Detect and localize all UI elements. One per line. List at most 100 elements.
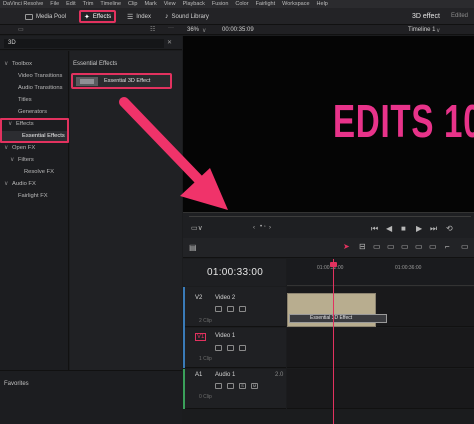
tree-item-label: Open FX	[12, 145, 36, 151]
top-toolbar: Media Pool ✦ Effects ☰ Index ♪ Sound Lib…	[0, 8, 474, 25]
ruler-mark: 01:00:36:00	[395, 265, 422, 271]
loop-icon[interactable]: ⟲	[446, 224, 453, 233]
menu-playback[interactable]: Playback	[183, 1, 205, 7]
tree-item-label: Audio FX	[12, 181, 36, 187]
menu-app[interactable]: DaVinci Resolve	[3, 1, 43, 7]
tree-item-audio-fx[interactable]: ∨ Audio FX	[0, 179, 69, 189]
menu-view[interactable]: View	[164, 1, 176, 7]
timeline-name[interactable]: Timeline 1	[408, 27, 435, 33]
snap-icon[interactable]: ⌐	[445, 242, 450, 251]
media-pool-icon	[25, 13, 33, 20]
insert-icon[interactable]: ▭	[401, 242, 409, 251]
tree-item-label: Toolbox	[12, 61, 32, 67]
effects-highlight-box	[0, 118, 69, 143]
list-view-icon[interactable]: ☷	[150, 26, 155, 33]
skip-start-icon[interactable]: ⏮	[371, 224, 378, 234]
previous-icon[interactable]: ‹	[253, 225, 255, 231]
tree-item-filters[interactable]: ∨ Filters	[0, 155, 69, 165]
append-icon[interactable]: ▭	[429, 242, 437, 251]
pointer-tool-icon[interactable]: ➤	[343, 242, 350, 251]
reverse-icon[interactable]: ◀	[386, 224, 392, 233]
solo-button[interactable]: S	[239, 383, 246, 389]
tree-item-label: Fairlight FX	[18, 193, 48, 199]
lock-icon[interactable]	[215, 383, 222, 389]
blade-tool-icon[interactable]: ▭	[373, 242, 381, 251]
auto-select-icon[interactable]	[227, 306, 234, 312]
lock-icon[interactable]	[215, 306, 222, 312]
menu-fairlight[interactable]: Fairlight	[256, 1, 276, 7]
timeline-timecode-area: 01:00:33:00	[183, 259, 286, 286]
menu-timeline[interactable]: Timeline	[100, 1, 121, 7]
dragged-effect-clip[interactable]: Essential 3D Effect	[289, 314, 387, 323]
audio-track-color-strip	[183, 369, 185, 409]
tree-item-titles[interactable]: Titles	[0, 95, 69, 105]
track-header-v1[interactable]: V1 Video 1 1 Clip	[183, 328, 286, 368]
menu-trim[interactable]: Trim	[83, 1, 94, 7]
overwrite-icon[interactable]: ▭	[387, 242, 395, 251]
visibility-icon[interactable]	[239, 345, 246, 351]
menu-edit[interactable]: Edit	[66, 1, 75, 7]
menu-fusion[interactable]: Fusion	[212, 1, 229, 7]
menu-clip[interactable]: Clip	[128, 1, 137, 7]
tree-item-audio-transitions[interactable]: Audio Transitions	[0, 83, 69, 93]
scrubber-bar[interactable]	[189, 216, 471, 217]
effects-button[interactable]: ✦ Effects	[79, 10, 117, 23]
media-pool-button[interactable]: Media Pool	[22, 10, 69, 23]
zoom-dropdown-icon[interactable]: ∨	[202, 27, 206, 34]
more-options-icon[interactable]: ···	[168, 25, 174, 31]
effects-label: Effects	[92, 13, 112, 20]
zoom-fit-icon[interactable]: ▭	[461, 242, 469, 251]
index-button[interactable]: ☰ Index	[124, 10, 154, 23]
menu-workspace[interactable]: Workspace	[282, 1, 309, 7]
auto-select-icon[interactable]	[227, 383, 234, 389]
next-icon[interactable]: ›	[269, 225, 271, 231]
track-lane-v1[interactable]	[287, 328, 474, 368]
mute-button[interactable]: M	[251, 383, 258, 389]
tree-item-resolve-fx[interactable]: Resolve FX	[0, 167, 69, 177]
menu-mark[interactable]: Mark	[145, 1, 157, 7]
effects-search-input[interactable]: 3D	[4, 39, 164, 48]
index-label: Index	[136, 13, 151, 20]
timeline-timecode[interactable]: 01:00:33:00	[207, 267, 263, 278]
track-badge: V1	[195, 333, 207, 341]
skip-end-icon[interactable]: ⏭	[430, 224, 437, 234]
pager-dots-icon: • ◦	[260, 224, 266, 230]
menu-file[interactable]: File	[50, 1, 59, 7]
timeline-dropdown-icon[interactable]: ∨	[436, 27, 440, 34]
timeline-view-icon[interactable]: ▤	[189, 243, 197, 252]
project-status: Edited	[451, 13, 469, 19]
tree-item-video-transitions[interactable]: Video Transitions	[0, 71, 69, 81]
playhead-line[interactable]	[333, 259, 334, 424]
tree-item-fairlight-fx[interactable]: Fairlight FX	[0, 191, 69, 201]
track-name: Audio 1	[215, 372, 236, 378]
lock-icon[interactable]	[215, 345, 222, 351]
stop-icon[interactable]: ■	[401, 224, 406, 233]
timeline-ruler[interactable]: 01:00:32:00 01:00:36:00	[287, 259, 474, 286]
track-header-v2[interactable]: V2 Video 2 2 Clip	[183, 287, 286, 327]
tree-item-label: Video Transitions	[18, 73, 63, 79]
sound-library-button[interactable]: ♪ Sound Library	[162, 10, 212, 23]
track-lane-a1[interactable]	[287, 369, 474, 409]
trim-tool-icon[interactable]: ⊟	[359, 242, 366, 251]
play-icon[interactable]: ▶	[416, 224, 422, 233]
auto-select-icon[interactable]	[227, 345, 234, 351]
tree-item-label: Resolve FX	[24, 169, 54, 175]
zoom-level[interactable]: 36%	[187, 27, 199, 33]
viewer-mode-icon[interactable]: ▭∨	[191, 224, 203, 232]
effect-item-essential-3d[interactable]: Essential 3D Effect	[71, 73, 172, 89]
tree-item-generators[interactable]: Generators	[0, 107, 69, 117]
effect-thumbnail	[76, 77, 98, 86]
tree-item-open-fx[interactable]: ∨ Open FX	[0, 143, 69, 153]
clear-search-icon[interactable]: ✕	[167, 39, 172, 46]
track-header-a1[interactable]: A1 Audio 1 2.0 S M 0 Clip	[183, 369, 286, 409]
panel-toggle-icon[interactable]: ▭	[18, 26, 24, 33]
replace-icon[interactable]: ▭	[415, 242, 423, 251]
playhead-handle[interactable]	[330, 262, 337, 267]
tree-item-toolbox[interactable]: ∨ Toolbox	[0, 59, 69, 69]
menu-color[interactable]: Color	[235, 1, 248, 7]
visibility-icon[interactable]	[239, 306, 246, 312]
favorites-label[interactable]: Favorites	[4, 381, 29, 387]
timeline-viewer[interactable]: EDITS 10	[183, 36, 474, 212]
sound-library-label: Sound Library	[171, 13, 209, 20]
menu-help[interactable]: Help	[317, 1, 328, 7]
